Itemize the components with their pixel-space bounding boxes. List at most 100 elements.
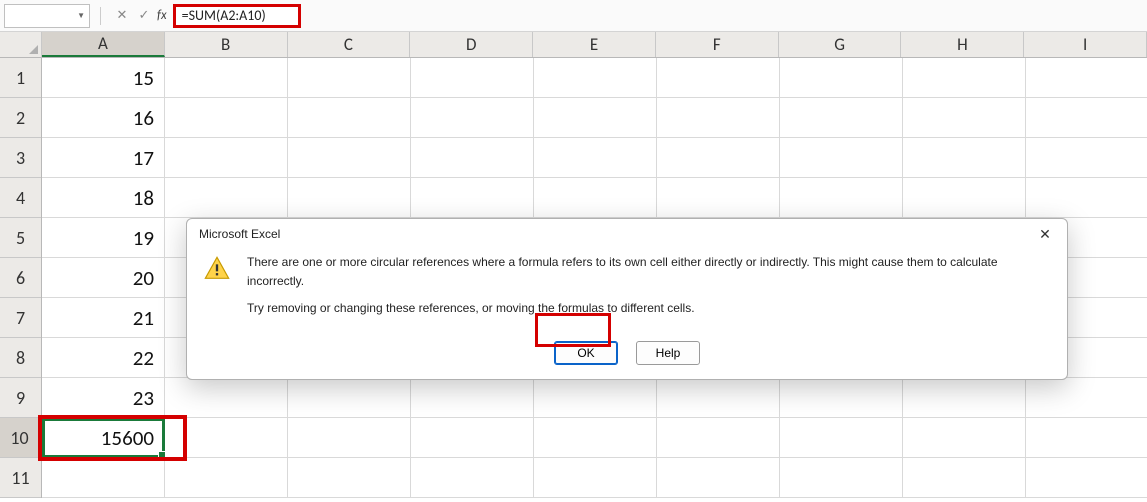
cell-C4[interactable]	[288, 178, 411, 218]
row-header-7[interactable]: 7	[0, 298, 41, 338]
cell-D2[interactable]	[411, 98, 534, 138]
cell-B11[interactable]	[165, 458, 288, 498]
cell-A7[interactable]: 21	[42, 298, 165, 338]
cell-C1[interactable]	[288, 58, 411, 98]
cell-I2[interactable]	[1026, 98, 1147, 138]
cell-B4[interactable]	[165, 178, 288, 218]
cell-D10[interactable]	[411, 418, 534, 458]
col-header-D[interactable]: D	[410, 32, 533, 57]
cell-A8[interactable]: 22	[42, 338, 165, 378]
cell-F11[interactable]	[657, 458, 780, 498]
cell-C11[interactable]	[288, 458, 411, 498]
cell-A6[interactable]: 20	[42, 258, 165, 298]
fx-label[interactable]: fx	[157, 8, 167, 23]
cell-E11[interactable]	[534, 458, 657, 498]
cell-C10[interactable]	[288, 418, 411, 458]
cell-G11[interactable]	[780, 458, 903, 498]
cell-E4[interactable]	[534, 178, 657, 218]
cell-E10[interactable]	[534, 418, 657, 458]
cell-I4[interactable]	[1026, 178, 1147, 218]
cell-C3[interactable]	[288, 138, 411, 178]
name-box[interactable]: ▼	[4, 4, 90, 28]
cell-F3[interactable]	[657, 138, 780, 178]
close-icon[interactable]: ✕	[1031, 223, 1059, 245]
cell-A4[interactable]: 18	[42, 178, 165, 218]
cell-I1[interactable]	[1026, 58, 1147, 98]
cell-H11[interactable]	[903, 458, 1026, 498]
cell-E3[interactable]	[534, 138, 657, 178]
row-2: 16	[42, 98, 1147, 138]
cell-D1[interactable]	[411, 58, 534, 98]
cell-H10[interactable]	[903, 418, 1026, 458]
help-button[interactable]: Help	[636, 341, 700, 365]
cell-A2[interactable]: 16	[42, 98, 165, 138]
cell-F10[interactable]	[657, 418, 780, 458]
row-header-6[interactable]: 6	[0, 258, 41, 298]
cancel-formula-icon[interactable]: ✕	[111, 5, 133, 27]
cell-E2[interactable]	[534, 98, 657, 138]
accept-formula-icon[interactable]: ✓	[133, 5, 155, 27]
cell-D11[interactable]	[411, 458, 534, 498]
row-header-9[interactable]: 9	[0, 378, 41, 418]
cell-F1[interactable]	[657, 58, 780, 98]
cell-H9[interactable]	[903, 378, 1026, 418]
cell-G4[interactable]	[780, 178, 903, 218]
col-header-B[interactable]: B	[165, 32, 288, 57]
cell-G2[interactable]	[780, 98, 903, 138]
cell-D4[interactable]	[411, 178, 534, 218]
dialog-titlebar[interactable]: Microsoft Excel ✕	[187, 219, 1067, 249]
cell-B1[interactable]	[165, 58, 288, 98]
cell-G3[interactable]	[780, 138, 903, 178]
ok-button[interactable]: OK	[554, 341, 618, 365]
col-header-H[interactable]: H	[901, 32, 1024, 57]
cell-H2[interactable]	[903, 98, 1026, 138]
cell-I10[interactable]	[1026, 418, 1147, 458]
cell-A1[interactable]: 15	[42, 58, 165, 98]
row-header-1[interactable]: 1	[0, 58, 41, 98]
cell-C9[interactable]	[288, 378, 411, 418]
cell-E9[interactable]	[534, 378, 657, 418]
cell-A5[interactable]: 19	[42, 218, 165, 258]
col-header-F[interactable]: F	[656, 32, 779, 57]
cell-B3[interactable]	[165, 138, 288, 178]
row-header-5[interactable]: 5	[0, 218, 41, 258]
cell-G1[interactable]	[780, 58, 903, 98]
cell-H1[interactable]	[903, 58, 1026, 98]
row-header-2[interactable]: 2	[0, 98, 41, 138]
cell-C2[interactable]	[288, 98, 411, 138]
formula-input[interactable]: =SUM(A2:A10)	[173, 4, 301, 28]
cell-B9[interactable]	[165, 378, 288, 418]
cell-G10[interactable]	[780, 418, 903, 458]
col-header-I[interactable]: I	[1024, 32, 1147, 57]
cell-A11[interactable]	[42, 458, 165, 498]
col-header-A[interactable]: A	[42, 32, 165, 57]
cell-B10[interactable]	[165, 418, 288, 458]
cell-F4[interactable]	[657, 178, 780, 218]
cell-D9[interactable]	[411, 378, 534, 418]
name-box-dropdown-icon[interactable]: ▼	[77, 11, 85, 21]
row-header-10[interactable]: 10	[0, 418, 41, 458]
col-header-C[interactable]: C	[288, 32, 411, 57]
cell-F2[interactable]	[657, 98, 780, 138]
col-header-G[interactable]: G	[779, 32, 902, 57]
cell-I9[interactable]	[1026, 378, 1147, 418]
cell-I3[interactable]	[1026, 138, 1147, 178]
cell-A3[interactable]: 17	[42, 138, 165, 178]
cell-F9[interactable]	[657, 378, 780, 418]
cell-H4[interactable]	[903, 178, 1026, 218]
row-header-8[interactable]: 8	[0, 338, 41, 378]
cell-H3[interactable]	[903, 138, 1026, 178]
col-header-E[interactable]: E	[533, 32, 656, 57]
row-9: 23	[42, 378, 1147, 418]
row-header-4[interactable]: 4	[0, 178, 41, 218]
row-header-3[interactable]: 3	[0, 138, 41, 178]
cell-A10[interactable]: 15600	[42, 418, 165, 458]
cell-G9[interactable]	[780, 378, 903, 418]
row-header-11[interactable]: 11	[0, 458, 41, 498]
cell-B2[interactable]	[165, 98, 288, 138]
cell-A9[interactable]: 23	[42, 378, 165, 418]
select-all-corner[interactable]	[0, 32, 42, 58]
cell-E1[interactable]	[534, 58, 657, 98]
cell-I11[interactable]	[1026, 458, 1147, 498]
cell-D3[interactable]	[411, 138, 534, 178]
